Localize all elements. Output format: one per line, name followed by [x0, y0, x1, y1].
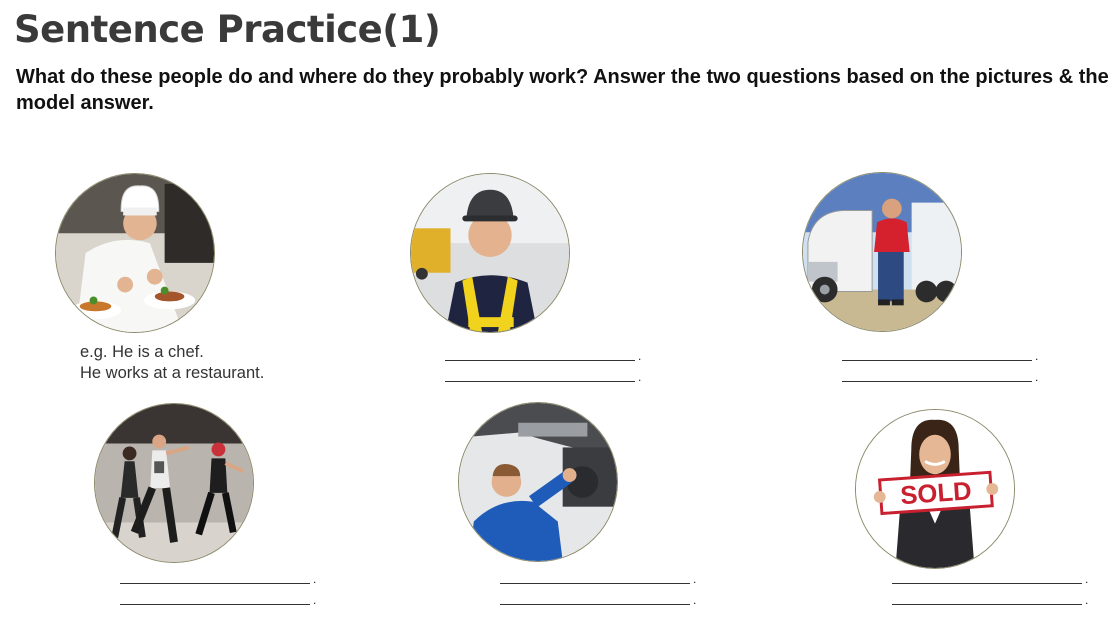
answer-blank-5a[interactable]: .	[500, 572, 698, 586]
truck-driver-photo-icon	[802, 172, 962, 332]
blank-line	[120, 604, 310, 605]
example-answer: e.g. He is a chef. He works at a restaur…	[80, 342, 264, 384]
construction-worker-photo-icon	[410, 173, 570, 333]
blank-period: .	[638, 370, 642, 384]
example-line-2: He works at a restaurant.	[80, 364, 265, 382]
mechanic-photo-icon	[458, 402, 618, 562]
blank-line	[445, 381, 635, 382]
chef-photo-icon	[55, 173, 215, 333]
blank-line	[500, 583, 690, 584]
answer-blank-5b[interactable]: .	[500, 593, 698, 607]
blank-period: .	[313, 572, 317, 586]
blank-period: .	[693, 572, 697, 586]
answer-blank-3a[interactable]: .	[842, 349, 1040, 363]
blank-line	[500, 604, 690, 605]
blank-period: .	[693, 593, 697, 607]
dancers-photo-icon	[94, 403, 254, 563]
blank-period: .	[1085, 593, 1089, 607]
blank-period: .	[313, 593, 317, 607]
blank-period: .	[638, 349, 642, 363]
answer-blank-4b[interactable]: .	[120, 593, 318, 607]
answer-blank-6b[interactable]: .	[892, 593, 1090, 607]
answer-blank-2b[interactable]: .	[445, 370, 643, 384]
sold-sign: SOLD	[877, 470, 994, 516]
answer-blank-2a[interactable]: .	[445, 349, 643, 363]
real-estate-agent-photo-icon: SOLD	[855, 409, 1015, 569]
blank-period: .	[1085, 572, 1089, 586]
answer-blank-3b[interactable]: .	[842, 370, 1040, 384]
example-line-1: e.g. He is a chef.	[80, 343, 204, 361]
blank-period: .	[1035, 349, 1039, 363]
blank-line	[445, 360, 635, 361]
blank-line	[120, 583, 310, 584]
instructions: What do these people do and where do the…	[16, 66, 1109, 114]
blank-line	[892, 583, 1082, 584]
blank-line	[892, 604, 1082, 605]
blank-period: .	[1035, 370, 1039, 384]
blank-line	[842, 381, 1032, 382]
answer-blank-4a[interactable]: .	[120, 572, 318, 586]
answer-blank-6a[interactable]: .	[892, 572, 1090, 586]
blank-line	[842, 360, 1032, 361]
sold-sign-text: SOLD	[899, 477, 972, 510]
page-title: Sentence Practice(1)	[14, 8, 441, 51]
